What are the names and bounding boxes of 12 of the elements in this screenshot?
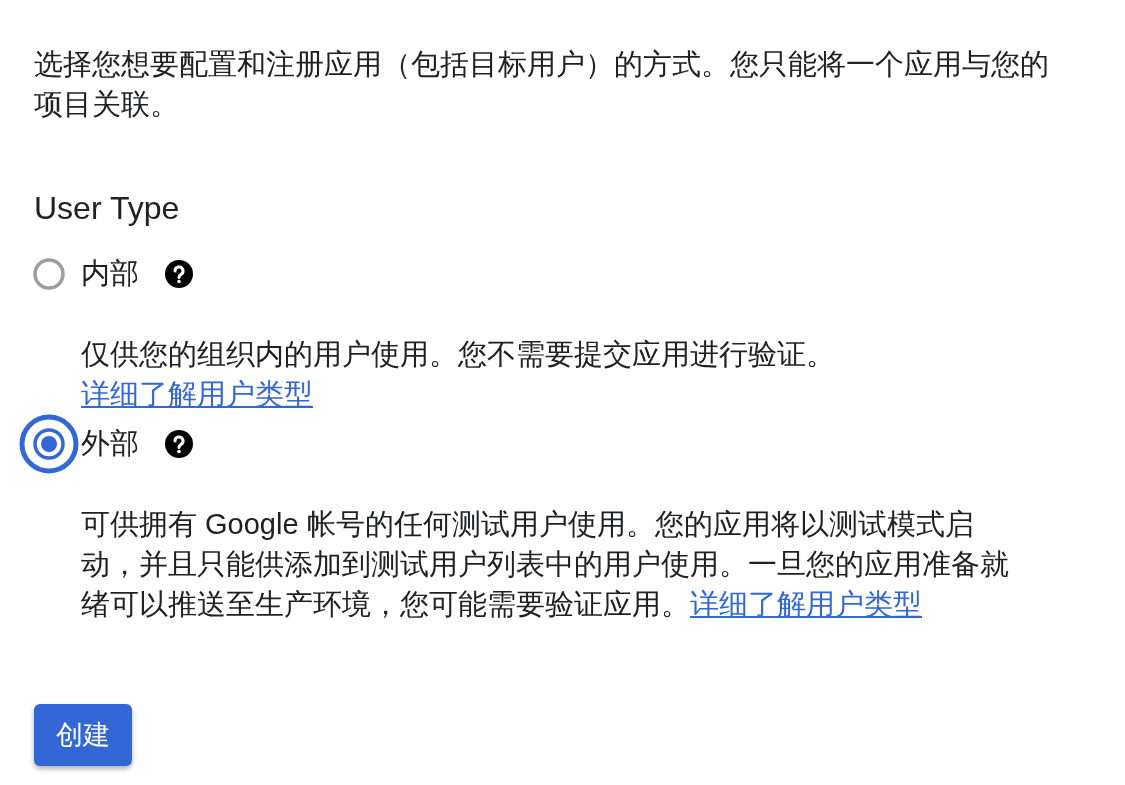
option-description: 仅供您的组织内的用户使用。您不需要提交应用进行验证。 详细了解用户类型 [81, 337, 836, 412]
option-label[interactable]: 外部 [81, 424, 139, 464]
option-description: 可供拥有 Google 帐号的任何测试用户使用。您的应用将以测试模式启动，并且只能供添加到测试用户列表中的用户使用。一旦您的应用准备就绪可以推送至生产环境，您可能需要验证应用。详细了解用户类型 [81, 507, 1010, 622]
intro-text: 选择您想要配置和注册应用（包括目标用户）的方式。您只能将一个应用与您的项目关联。 [34, 47, 1050, 122]
option-label[interactable]: 内部 [81, 254, 139, 294]
learn-more-link[interactable]: 详细了解用户类型 [690, 588, 922, 620]
help-icon[interactable] [165, 260, 193, 288]
create-button[interactable]: 创建 [34, 704, 132, 766]
section-title: User Type [34, 189, 181, 228]
radio-button[interactable] [19, 414, 79, 474]
learn-more-link[interactable]: 详细了解用户类型 [81, 378, 313, 410]
help-icon[interactable] [165, 430, 193, 458]
